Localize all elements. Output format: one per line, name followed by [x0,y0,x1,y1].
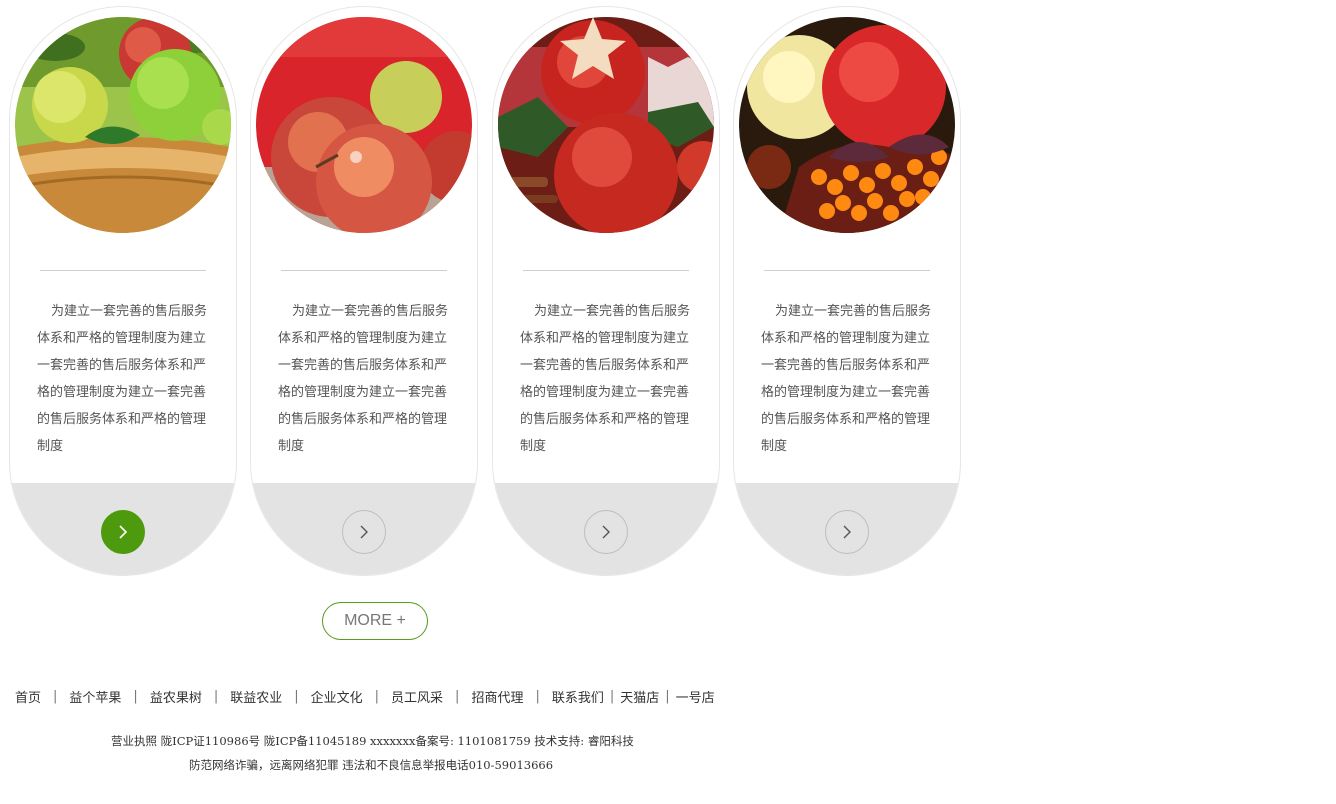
product-card[interactable]: 为建立一套完善的售后服务体系和严格的管理制度为建立一套完善的售后服务体系和严格的… [733,6,961,576]
report-info: 防范网络诈骗，远离网络犯罪 违法和不良信息举报电话010-59013666 [189,758,554,772]
footer-nav: 首页 | 益个苹果 | 益农果树 | 联益农业 | 企业文化 | 员工风采 | … [15,686,715,706]
footer-link-culture[interactable]: 企业文化 [311,687,363,706]
product-photo-star-apple[interactable] [498,17,714,233]
footer-link-yige-apple[interactable]: 益个苹果 [69,687,121,706]
nav-separator: | [374,688,380,704]
footer-link-tmall[interactable]: 天猫店 [620,687,659,706]
nav-separator: | [213,688,219,704]
footer-link-staff[interactable]: 员工风采 [391,687,443,706]
more-button[interactable]: MORE + [322,602,428,640]
product-cards: 为建立一套完善的售后服务体系和严格的管理制度为建立一套完善的售后服务体系和严格的… [9,6,969,578]
chevron-right-icon [360,525,368,539]
nav-separator: | [294,688,299,704]
product-photo-apples-bowl[interactable] [15,17,231,233]
product-photo-red-apples[interactable] [256,17,472,233]
divider [764,270,930,271]
nav-separator: | [455,688,460,704]
product-card[interactable]: 为建立一套完善的售后服务体系和严格的管理制度为建立一套完善的售后服务体系和严格的… [492,6,720,576]
divider [281,270,447,271]
product-description: 为建立一套完善的售后服务体系和严格的管理制度为建立一套完善的售后服务体系和严格的… [278,304,449,454]
footer-link-yhd[interactable]: 一号店 [676,687,715,706]
view-detail-button[interactable] [825,510,869,554]
footer-link-home[interactable]: 首页 [15,687,41,706]
divider [40,270,206,271]
chevron-right-icon [602,525,610,539]
nav-separator: | [133,688,138,704]
product-card[interactable]: 为建立一套完善的售后服务体系和严格的管理制度为建立一套完善的售后服务体系和严格的… [9,6,237,576]
nav-separator: | [535,688,540,704]
chevron-right-icon [119,525,128,539]
divider [523,270,689,271]
product-description: 为建立一套完善的售后服务体系和严格的管理制度为建立一套完善的售后服务体系和严格的… [37,304,208,454]
chevron-right-icon [843,525,851,539]
nav-separator: | [609,688,615,704]
footer-link-lianyi-agri[interactable]: 联益农业 [230,687,282,706]
view-detail-button[interactable] [101,510,145,554]
footer-info: 营业执照 陇ICP证110986号 陇ICP备11045189 xxxxxxx备… [111,729,634,777]
nav-separator: | [665,688,670,704]
view-detail-button[interactable] [342,510,386,554]
product-description: 为建立一套完善的售后服务体系和严格的管理制度为建立一套完善的售后服务体系和严格的… [761,304,932,454]
product-card[interactable]: 为建立一套完善的售后服务体系和严格的管理制度为建立一套完善的售后服务体系和严格的… [250,6,478,576]
view-detail-button[interactable] [584,510,628,554]
license-info: 营业执照 陇ICP证110986号 陇ICP备11045189 xxxxxxx备… [111,734,634,748]
footer-link-franchise[interactable]: 招商代理 [471,687,523,706]
product-description: 为建立一套完善的售后服务体系和严格的管理制度为建立一套完善的售后服务体系和严格的… [520,304,691,454]
footer-link-yinong-trees[interactable]: 益农果树 [150,687,202,706]
nav-separator: | [53,688,58,704]
footer-link-contact[interactable]: 联系我们 [552,687,604,706]
product-photo-apples-sea-buckthorn[interactable] [739,17,955,233]
